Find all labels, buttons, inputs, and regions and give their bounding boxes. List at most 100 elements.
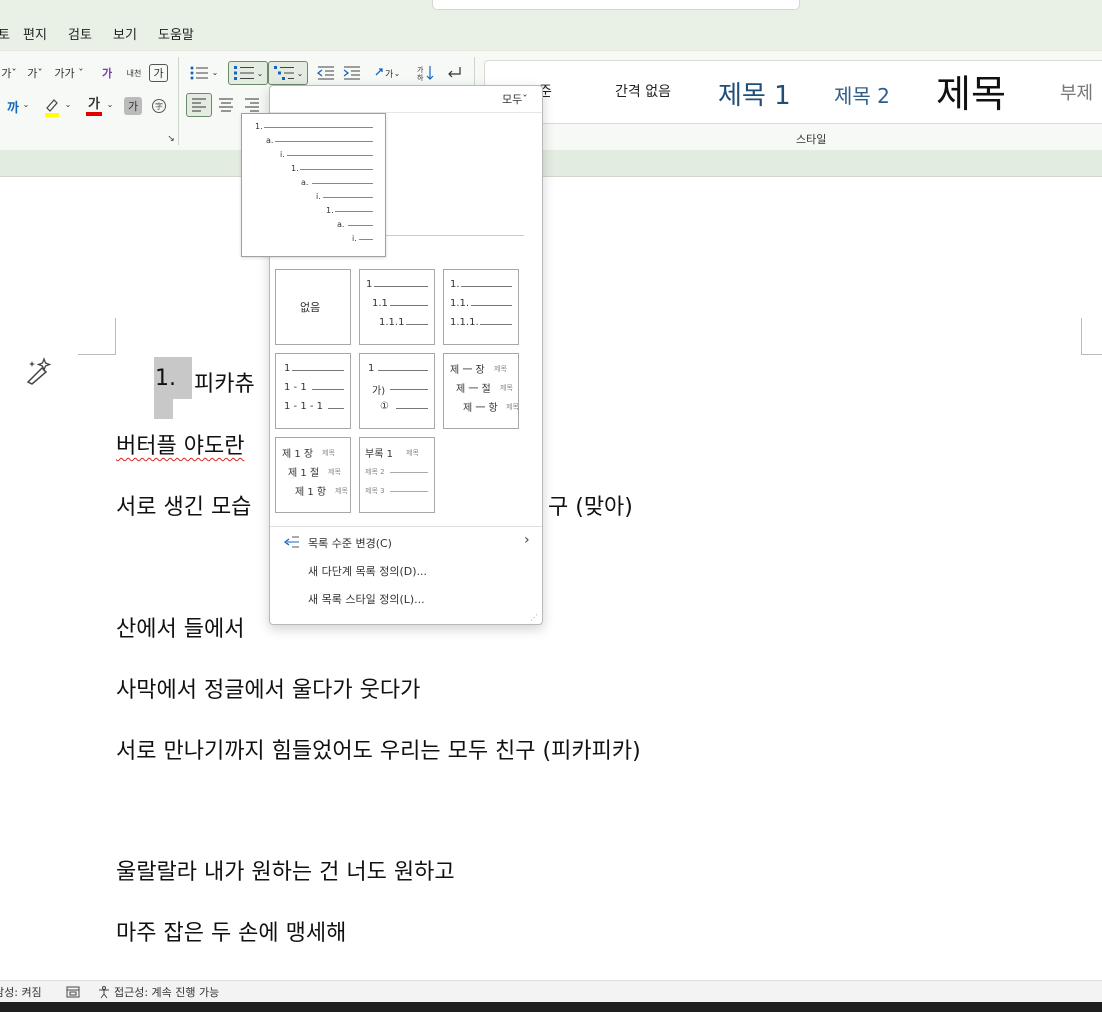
numbered-list-icon — [233, 66, 254, 80]
doc-line[interactable]: 서로 생긴 모습 — [116, 489, 251, 521]
margin-corner-mark — [115, 318, 116, 355]
list-style-chapter-hanja[interactable]: 제 一 장 제목 제 一 절 제목 제 一 항 제목 — [443, 353, 519, 429]
tile-label: 없음 — [300, 301, 321, 314]
change-case-button[interactable]: 가가 ˇ — [52, 63, 86, 83]
style-no-spacing[interactable]: 간격 없음 — [615, 81, 671, 101]
font-color-letter: 가 — [88, 97, 100, 112]
font-color-button[interactable]: 가 — [82, 95, 106, 119]
clear-format-button[interactable]: 가 — [96, 62, 118, 84]
doc-line[interactable]: 사막에서 정글에서 울다가 웃다가 — [116, 672, 420, 704]
highlight-button[interactable] — [40, 95, 64, 119]
tile-label: 1. — [450, 279, 460, 290]
chevron-down-icon: ⌄ — [256, 68, 264, 78]
sort-icon: 가하 — [417, 65, 434, 81]
accessibility-icon[interactable] — [97, 984, 111, 1003]
style-subtitle[interactable]: 부제 — [1060, 79, 1093, 105]
define-list-style-item[interactable]: 새 목록 스타일 정의(L)... — [308, 591, 425, 607]
resize-grip-icon[interactable]: ⋰ — [530, 613, 538, 622]
text-effects-icon: 까 — [7, 100, 19, 116]
align-left-button[interactable] — [186, 93, 212, 117]
list-style-decimal-dot[interactable]: 1. 1.1. 1.1.1. — [443, 269, 519, 345]
char-shading-button[interactable]: 가 — [124, 97, 142, 115]
style-title[interactable]: 제목 — [936, 63, 1006, 118]
grow-font-button[interactable]: 가ˇ — [0, 63, 18, 83]
increase-indent-button[interactable] — [340, 62, 364, 84]
list-number[interactable]: 1. — [155, 366, 176, 391]
show-marks-button[interactable] — [442, 62, 466, 84]
tile-label: 제 一 장 — [450, 365, 485, 376]
font-color-bar — [86, 112, 102, 116]
doc-line[interactable]: 피카츄 — [194, 366, 255, 398]
doc-line[interactable]: 마주 잡은 두 손에 맹세해 — [116, 915, 346, 947]
numbering-button[interactable]: ⌄ — [228, 61, 268, 85]
tile-label: 제 一 절 — [456, 384, 491, 395]
menu-help[interactable]: 도움말 — [158, 24, 194, 43]
list-style-none[interactable]: 없음 — [275, 269, 351, 345]
divider — [270, 526, 542, 527]
chevron-down-icon[interactable]: ⌄ — [211, 67, 219, 77]
enclose-char-button[interactable]: 字 — [149, 96, 169, 116]
doc-line[interactable]: 버터플 야도란 — [116, 428, 244, 460]
chevron-down-icon[interactable]: ⌄ — [22, 99, 30, 109]
list-style-appendix[interactable]: 부록 1 제목 제목 2 제목 3 — [359, 437, 435, 513]
tile-label: 1 — [366, 279, 373, 290]
preview-number: i. — [352, 234, 357, 243]
list-level-icon — [283, 534, 300, 553]
font-dialog-launcher[interactable]: ↘ — [165, 133, 177, 145]
chevron-down-icon[interactable]: ⌄ — [64, 99, 72, 109]
increase-indent-icon — [343, 66, 360, 80]
clear-format-icon: 가 — [101, 67, 113, 80]
list-style-chapter-number[interactable]: 제 1 장 제목 제 1 절 제목 제 1 항 제목 — [275, 437, 351, 513]
tile-label: 1 — [284, 363, 291, 374]
tile-label: 제 1 절 — [288, 468, 320, 479]
sort-button[interactable]: 가하 — [414, 62, 438, 84]
doc-line[interactable]: 서로 만나기까지 힘들었어도 우리는 모두 친구 (피카피카) — [116, 733, 641, 765]
phonetic-guide-button[interactable]: 내천 — [122, 62, 146, 84]
style-heading-1[interactable]: 제목 1 — [718, 75, 791, 112]
margin-corner-mark — [1081, 318, 1082, 355]
asian-layout-button[interactable]: 가 ⌄ — [370, 62, 404, 84]
macro-icon[interactable] — [66, 984, 80, 1003]
list-style-decimal-nested[interactable]: 1 1.1 1.1.1 — [359, 269, 435, 345]
decrease-indent-button[interactable] — [314, 62, 338, 84]
change-list-level-label: 목록 수준 변경(C) — [308, 537, 392, 550]
doc-line[interactable]: 구 (맞아) — [548, 489, 633, 521]
tile-label: 제 1 항 — [295, 487, 327, 498]
status-text-prediction[interactable]: 남성: 켜짐 — [0, 984, 42, 1000]
list-style-dash[interactable]: 1 1 - 1 1 - 1 - 1 — [275, 353, 351, 429]
preview-number: a. — [266, 136, 274, 145]
style-heading-2[interactable]: 제목 2 — [834, 80, 890, 109]
define-multilevel-list-item[interactable]: 새 다단계 목록 정의(D)... — [308, 563, 427, 579]
accessibility-status[interactable]: 접근성: 계속 진행 가능 — [114, 984, 219, 1000]
tile-label: 1 — [368, 363, 375, 374]
change-list-level-item[interactable]: 목록 수준 변경(C) › — [270, 531, 542, 553]
copilot-icon[interactable] — [24, 356, 54, 390]
decrease-indent-icon — [317, 66, 334, 80]
char-border-button[interactable]: 가 — [149, 64, 168, 82]
filter-dropdown[interactable]: 모두ˇ — [502, 91, 528, 107]
tile-label: 1.1 — [372, 298, 388, 309]
chevron-down-icon[interactable]: ⌄ — [106, 99, 114, 109]
shrink-font-button[interactable]: 가ˇ — [24, 63, 46, 83]
preview-number: i. — [316, 192, 321, 201]
menu-review[interactable]: 검토 — [68, 24, 92, 43]
align-center-button[interactable] — [214, 93, 238, 117]
doc-line[interactable]: 울랄랄라 내가 원하는 건 너도 원하고 — [116, 854, 455, 886]
menu-mailings[interactable]: 편지 — [23, 24, 47, 43]
status-bar: 남성: 켜짐 접근성: 계속 진행 가능 — [0, 980, 1102, 1003]
highlighter-icon — [45, 99, 59, 117]
list-style-korean[interactable]: 1 가) ① — [359, 353, 435, 429]
multilevel-list-button[interactable]: ⌄ — [268, 61, 308, 85]
ribbon-panel: 가ˇ 가ˇ 가가 ˇ 가 내천 가 까 ⌄ ⌄ 가 ⌄ 가 字 ↘ ⌄ ⌄ ⌄ … — [0, 50, 1102, 151]
tile-label: ① — [380, 401, 389, 412]
styles-gallery: 준 간격 없음 제목 1 제목 2 제목 부제 — [484, 60, 1102, 124]
svg-text:하: 하 — [417, 73, 424, 81]
doc-line[interactable]: 산에서 들에서 — [116, 611, 244, 643]
search-box[interactable] — [432, 0, 800, 10]
tile-label: 1.1.1. — [450, 317, 479, 328]
divider — [382, 235, 524, 236]
svg-text:가: 가 — [385, 69, 393, 80]
menu-view[interactable]: 보기 — [113, 24, 137, 43]
menu-insert-cut[interactable]: 토 — [0, 24, 10, 43]
bullets-button[interactable] — [186, 62, 212, 84]
